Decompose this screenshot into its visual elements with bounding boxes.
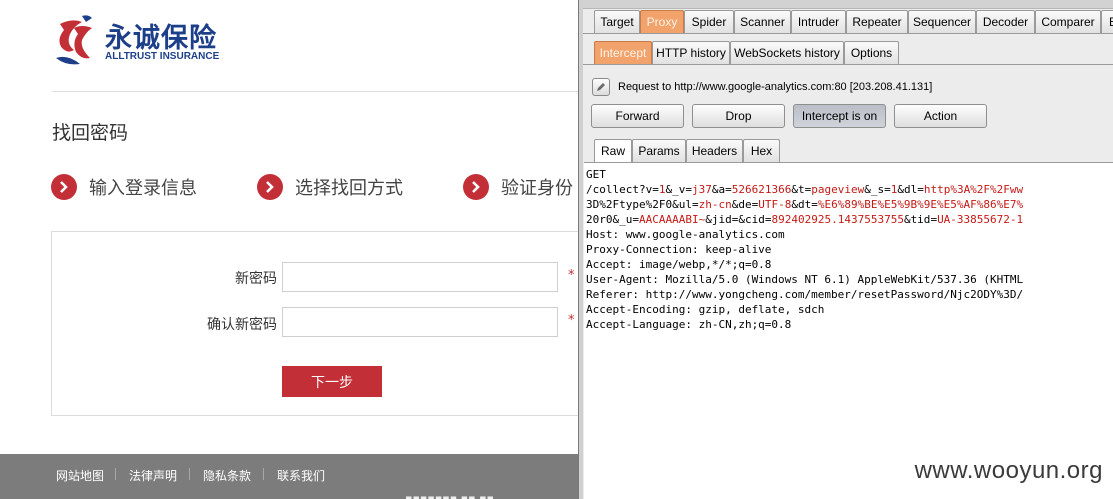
arrow-right-circle-icon: [257, 174, 283, 200]
raw-request-text[interactable]: GET /collect?v=1&_v=j37&a=526621366&t=pa…: [584, 163, 1113, 332]
footer-link-contact[interactable]: 联系我们: [277, 467, 325, 484]
watermark: www.wooyun.org: [914, 457, 1103, 484]
request-target-info: Request to http://www.google-analytics.c…: [592, 77, 932, 97]
request-line: /collect?v=1&_v=j37&a=526621366&t=pagevi…: [586, 183, 1024, 196]
request-line: 20r0&_u=AACAAAABI~&jid=&cid=892402925.14…: [586, 213, 1024, 226]
required-mark: *: [568, 313, 575, 328]
footer-link-legal[interactable]: 法律声明: [129, 467, 177, 484]
request-line: GET: [586, 168, 606, 181]
site-logo[interactable]: 永诚保险 ALLTRUST INSURANCE: [52, 14, 232, 68]
tab-spider[interactable]: Spider: [684, 10, 734, 33]
arrow-right-circle-icon: [463, 174, 489, 200]
viewtab-headers[interactable]: Headers: [686, 139, 743, 162]
footer-separator: [189, 468, 190, 480]
footer-link-sitemap[interactable]: 网站地图: [56, 467, 104, 484]
request-line: Proxy-Connection: keep-alive: [586, 243, 772, 256]
confirm-password-label: 确认新密码: [207, 317, 277, 333]
site-footer: 网站地图 法律声明 隐私条款 联系我们 ▪▪▪▪▪▪▪ ▪▪ ▪▪: [0, 454, 578, 499]
step-label: 输入登录信息: [89, 178, 197, 199]
forward-button[interactable]: Forward: [591, 104, 684, 128]
tab-intruder[interactable]: Intruder: [791, 10, 846, 33]
header-divider: [52, 91, 578, 92]
footer-cut-off-text: ▪▪▪▪▪▪▪ ▪▪ ▪▪: [405, 492, 494, 499]
tab-extender[interactable]: E: [1101, 10, 1113, 33]
logo-chinese-name: 永诚保险: [105, 23, 217, 54]
tab-proxy[interactable]: Proxy: [640, 10, 684, 33]
sub-tab-underline: [583, 64, 1113, 65]
required-mark: *: [568, 268, 575, 283]
step-3: 验证身份: [463, 173, 573, 201]
subtab-http-history[interactable]: HTTP history: [652, 41, 730, 64]
next-step-button[interactable]: 下一步: [282, 366, 382, 397]
step-1: 输入登录信息: [51, 173, 197, 201]
logo-mark-icon: [56, 15, 92, 65]
raw-request-editor[interactable]: GET /collect?v=1&_v=j37&a=526621366&t=pa…: [584, 162, 1113, 499]
tab-repeater[interactable]: Repeater: [846, 10, 908, 33]
request-line: Accept-Language: zh-CN,zh;q=0.8: [586, 318, 792, 331]
request-target-text: Request to http://www.google-analytics.c…: [618, 81, 933, 93]
step-2: 选择找回方式: [257, 173, 403, 201]
viewtab-params[interactable]: Params: [632, 139, 686, 162]
logo-english-name: ALLTRUST INSURANCE: [105, 51, 220, 62]
request-line: 3D%2Ftype%2F0&ul=zh-cn&de=UTF-8&dt=%E6%8…: [586, 198, 1024, 211]
subtab-options[interactable]: Options: [844, 41, 899, 64]
footer-link-privacy[interactable]: 隐私条款: [203, 467, 251, 484]
subtab-intercept[interactable]: Intercept: [594, 41, 652, 64]
password-reset-page: 永诚保险 ALLTRUST INSURANCE 找回密码 输入登录信息 选择找回…: [0, 0, 578, 499]
subtab-websockets-history[interactable]: WebSockets history: [730, 41, 844, 64]
request-line: Referer: http://www.yongcheng.com/member…: [586, 288, 1024, 301]
edit-pencil-icon[interactable]: [592, 78, 610, 96]
intercept-toggle-button[interactable]: Intercept is on: [793, 104, 886, 128]
window-splitter[interactable]: [578, 0, 583, 499]
request-line: Accept: image/webp,*/*;q=0.8: [586, 258, 772, 271]
request-line: Accept-Encoding: gzip, deflate, sdch: [586, 303, 825, 316]
arrow-right-circle-icon: [51, 174, 77, 200]
viewtab-hex[interactable]: Hex: [743, 139, 780, 162]
action-button[interactable]: Action: [894, 104, 987, 128]
main-tab-underline: [583, 33, 1113, 34]
tab-target[interactable]: Target: [594, 10, 640, 33]
step-label: 验证身份: [501, 178, 573, 199]
tab-decoder[interactable]: Decoder: [976, 10, 1035, 33]
burp-suite-window: Target Proxy Spider Scanner Intruder Rep…: [578, 0, 1113, 499]
tab-sequencer[interactable]: Sequencer: [908, 10, 976, 33]
footer-separator: [263, 468, 264, 480]
confirm-password-input[interactable]: [282, 307, 558, 337]
step-label: 选择找回方式: [295, 178, 403, 199]
tab-scanner[interactable]: Scanner: [734, 10, 791, 33]
menu-strip: [583, 0, 1113, 9]
footer-separator: [115, 468, 116, 480]
new-password-label: 新密码: [235, 271, 277, 287]
tab-comparer[interactable]: Comparer: [1035, 10, 1101, 33]
request-line: Host: www.google-analytics.com: [586, 228, 785, 241]
viewtab-raw[interactable]: Raw: [594, 139, 632, 162]
page-title: 找回密码: [52, 122, 129, 144]
new-password-input[interactable]: [282, 262, 558, 292]
drop-button[interactable]: Drop: [692, 104, 785, 128]
request-line: User-Agent: Mozilla/5.0 (Windows NT 6.1)…: [586, 273, 1024, 286]
